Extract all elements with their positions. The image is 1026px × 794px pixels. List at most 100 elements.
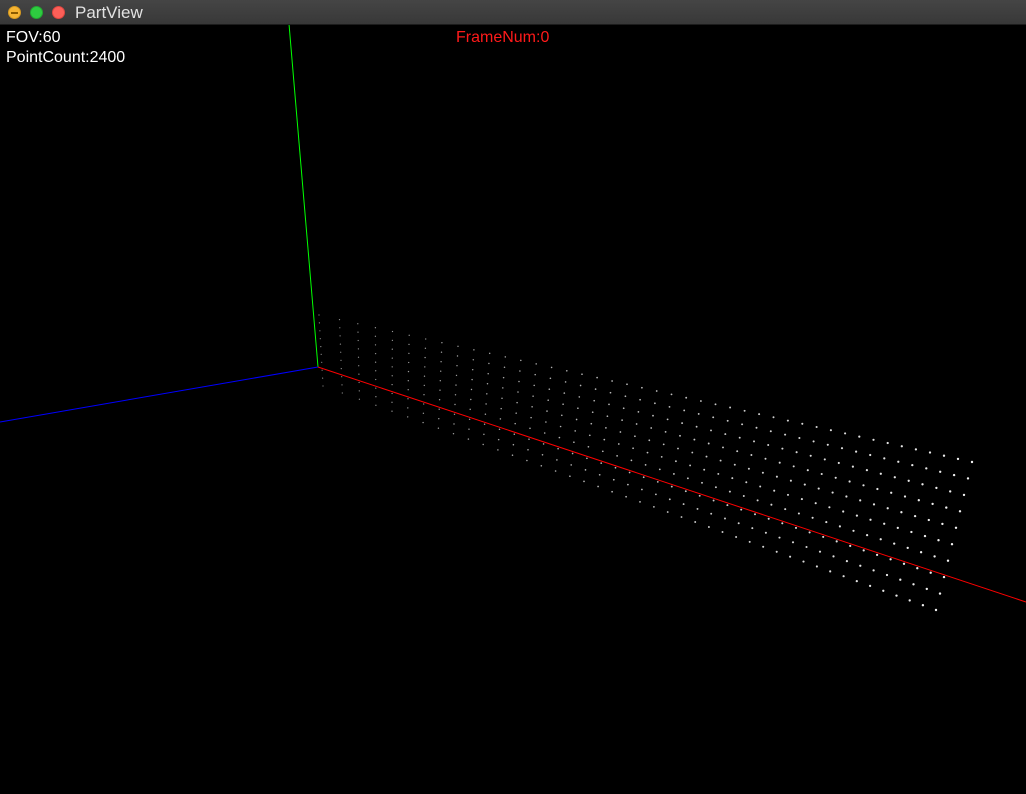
point: [823, 458, 826, 461]
point: [931, 502, 934, 506]
point: [590, 422, 593, 425]
point: [817, 487, 820, 490]
point: [341, 376, 343, 378]
point: [563, 392, 566, 394]
point: [791, 541, 795, 544]
point: [875, 553, 879, 557]
point-count-label: PointCount:2400: [6, 49, 126, 66]
point: [593, 399, 596, 402]
point: [919, 551, 923, 554]
point: [339, 327, 341, 329]
point: [642, 476, 645, 479]
point: [319, 330, 321, 332]
close-button[interactable]: [52, 6, 65, 19]
point: [515, 412, 517, 414]
point: [624, 395, 627, 398]
point: [682, 503, 685, 506]
point: [622, 407, 625, 410]
point: [735, 536, 738, 538]
point: [921, 604, 925, 607]
point: [740, 508, 743, 511]
3d-viewport[interactable]: FOV:60 PointCount:2400 FrameNum:0: [0, 25, 1026, 794]
point: [391, 392, 393, 395]
point: [424, 347, 427, 349]
point: [745, 481, 748, 484]
point: [646, 451, 649, 454]
point: [616, 455, 618, 457]
point: [737, 522, 740, 525]
point: [852, 529, 855, 532]
point: [886, 507, 889, 510]
point: [872, 569, 875, 572]
point: [710, 512, 713, 515]
point: [540, 465, 543, 467]
point: [761, 471, 764, 474]
point: [453, 423, 455, 425]
point: [486, 393, 488, 395]
point: [456, 364, 458, 367]
point: [408, 343, 410, 346]
point: [532, 395, 534, 397]
point: [859, 499, 862, 502]
point: [424, 356, 426, 359]
point: [652, 414, 654, 417]
point: [577, 407, 579, 410]
point: [902, 562, 906, 565]
point: [439, 389, 441, 391]
point: [914, 448, 918, 451]
point: [340, 359, 342, 362]
point: [486, 383, 489, 385]
maximize-button[interactable]: [30, 6, 43, 19]
point: [876, 487, 879, 491]
point: [879, 472, 882, 475]
point: [467, 438, 470, 440]
point: [408, 334, 410, 336]
point: [407, 389, 409, 391]
point: [859, 564, 862, 567]
point: [670, 393, 673, 396]
point: [929, 571, 932, 574]
y-axis-line: [288, 25, 319, 368]
point: [601, 450, 604, 453]
point: [689, 464, 692, 467]
point: [800, 498, 803, 501]
point: [677, 447, 679, 450]
point: [911, 463, 914, 467]
point: [374, 344, 377, 346]
point: [375, 387, 377, 389]
point: [728, 490, 731, 493]
point: [391, 330, 394, 333]
point: [487, 372, 489, 375]
point: [374, 361, 377, 363]
scene-canvas[interactable]: [0, 25, 1026, 794]
point: [606, 415, 609, 418]
point: [778, 461, 781, 464]
point: [784, 433, 787, 436]
point: [526, 459, 528, 462]
point: [407, 380, 409, 382]
point: [533, 384, 535, 387]
point: [529, 427, 531, 430]
point: [635, 423, 638, 425]
point: [907, 479, 910, 482]
point: [437, 427, 440, 429]
point: [587, 445, 590, 448]
point: [542, 443, 545, 445]
point: [358, 365, 360, 367]
point: [530, 416, 532, 419]
title-bar[interactable]: PartView: [0, 0, 1026, 25]
point: [666, 511, 669, 513]
point: [358, 373, 360, 375]
point: [865, 533, 869, 537]
point: [320, 353, 322, 355]
point: [755, 426, 758, 429]
point: [899, 578, 902, 581]
point: [910, 530, 913, 534]
point: [753, 440, 755, 443]
point: [900, 511, 903, 514]
point: [851, 465, 854, 468]
point: [512, 443, 515, 446]
point: [770, 503, 773, 506]
minimize-button[interactable]: [8, 6, 21, 19]
point: [374, 327, 377, 329]
